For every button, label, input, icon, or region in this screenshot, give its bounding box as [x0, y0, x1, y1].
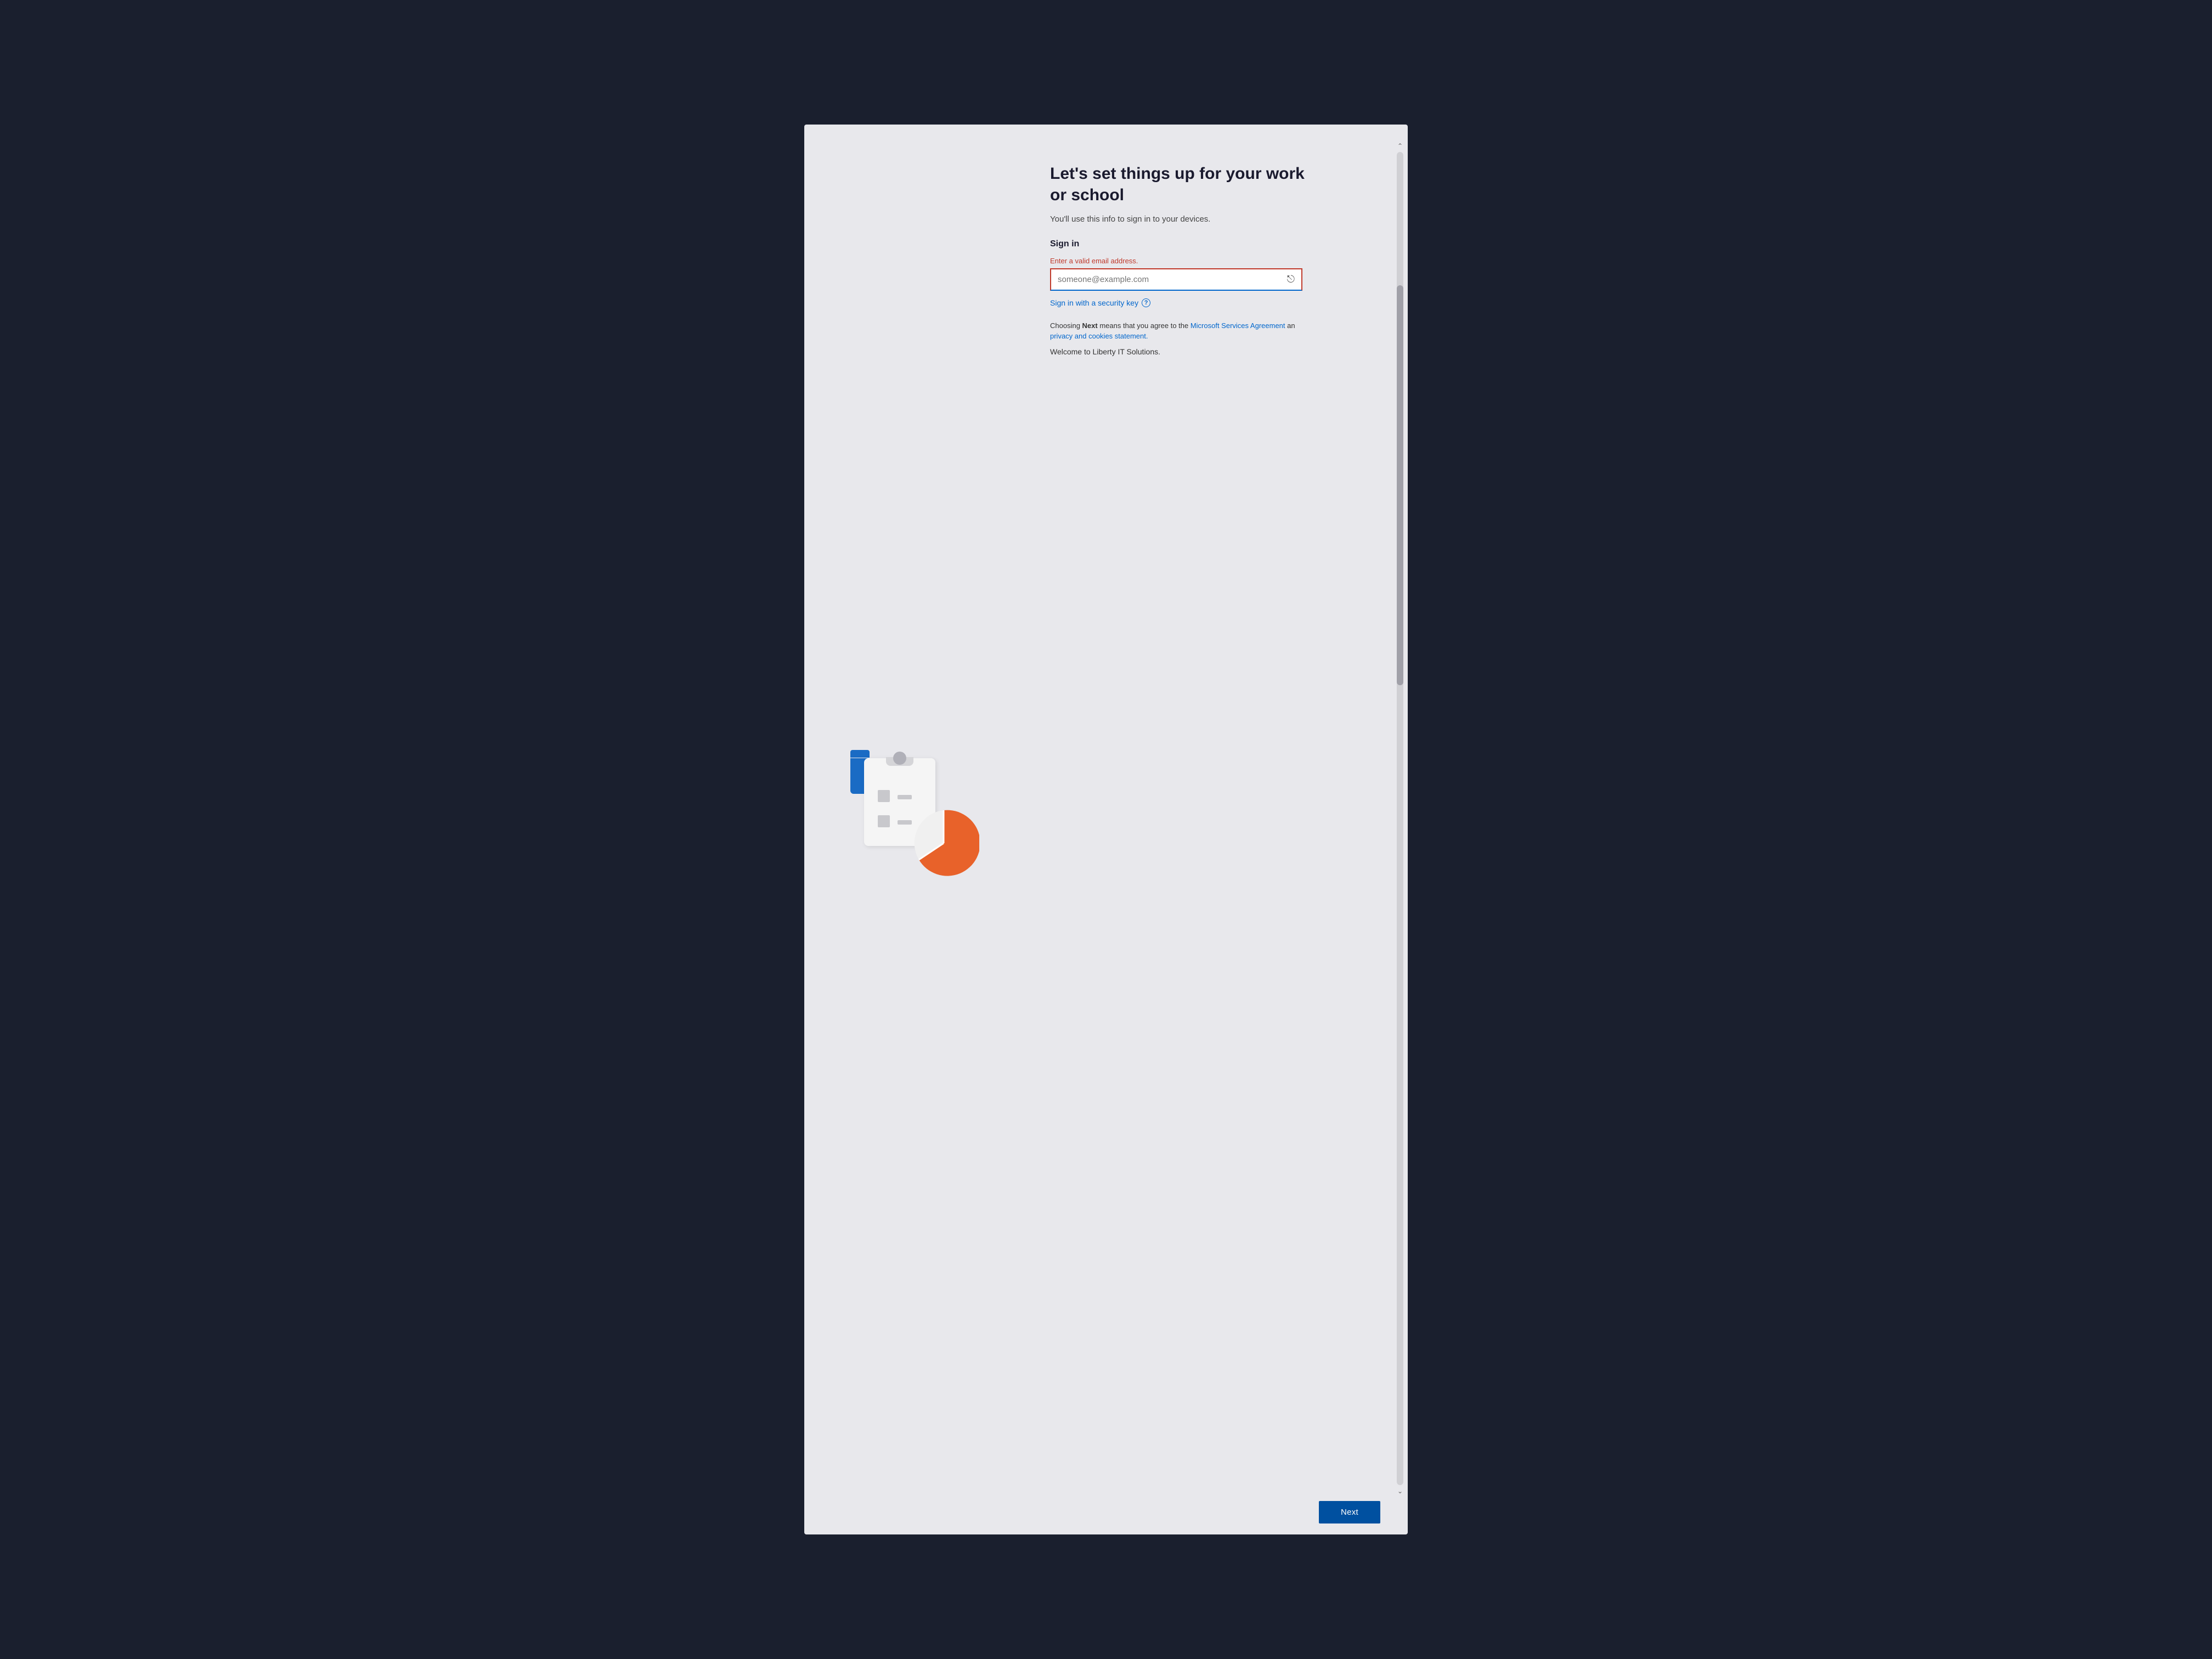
error-label: Enter a valid email address.	[1050, 257, 1375, 265]
right-panel: ⌃ ⌄ Let's set things up for your work or…	[1034, 146, 1408, 1491]
email-input[interactable]	[1050, 268, 1302, 291]
agreement-text: Choosing Next means that you agree to th…	[1050, 320, 1313, 342]
pie-chart-icon	[908, 808, 979, 879]
main-title: Let's set things up for your work or sch…	[1050, 163, 1324, 206]
security-key-link[interactable]: Sign in with a security key ?	[1050, 298, 1375, 307]
subtitle: You'll use this info to sign in to your …	[1050, 215, 1375, 224]
security-key-link-text: Sign in with a security key	[1050, 298, 1138, 307]
agreement-and: an	[1287, 321, 1295, 330]
bottom-bar: Next	[1319, 1501, 1380, 1523]
welcome-text: Welcome to Liberty IT Solutions.	[1050, 347, 1375, 356]
scroll-up-arrow[interactable]: ⌃	[1397, 142, 1403, 150]
scrollbar-track[interactable]: ⌃ ⌄	[1397, 152, 1403, 1485]
illustration	[848, 747, 990, 890]
sign-in-label: Sign in	[1050, 239, 1375, 249]
left-panel	[804, 146, 1034, 1491]
scrollbar-thumb[interactable]	[1397, 285, 1403, 685]
email-input-wrapper: ⎋	[1050, 268, 1302, 291]
help-icon: ?	[1142, 298, 1150, 307]
next-button[interactable]: Next	[1319, 1501, 1380, 1523]
screen-container: ⌃ ⌄ Let's set things up for your work or…	[804, 125, 1408, 1534]
next-bold: Next	[1082, 321, 1098, 330]
privacy-link[interactable]: privacy and cookies statement.	[1050, 332, 1148, 340]
scroll-down-arrow[interactable]: ⌄	[1397, 1487, 1403, 1495]
msa-link[interactable]: Microsoft Services Agreement	[1190, 321, 1285, 330]
